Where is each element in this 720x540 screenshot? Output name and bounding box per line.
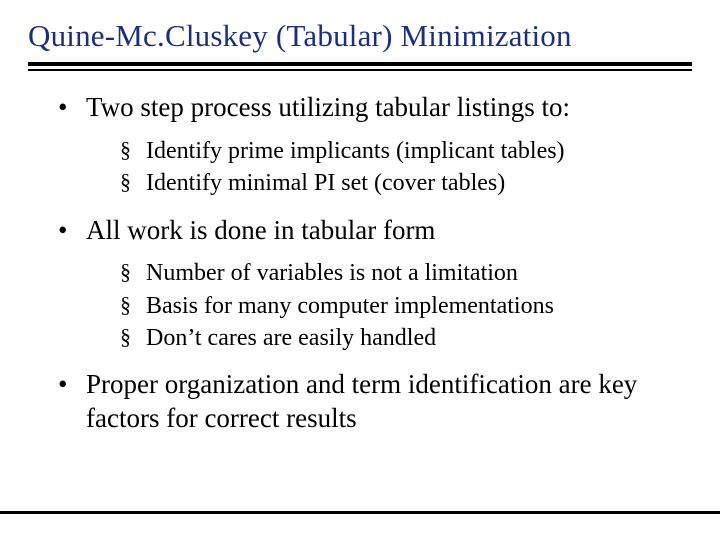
sub-bullet-item: Don’t cares are easily handled <box>126 322 692 354</box>
title-rule-thin <box>28 69 692 71</box>
bullet-list: Two step process utilizing tabular listi… <box>28 91 692 436</box>
sub-bullet-list: Number of variables is not a limitation … <box>86 257 692 354</box>
bullet-text: All work is done in tabular form <box>86 215 435 245</box>
bullet-item: All work is done in tabular form Number … <box>64 214 692 355</box>
sub-bullet-item: Number of variables is not a limitation <box>126 257 692 289</box>
sub-bullet-item: Basis for many computer implementations <box>126 290 692 322</box>
sub-bullet-text: Identify prime implicants (implicant tab… <box>146 138 565 164</box>
sub-bullet-text: Identify minimal PI set (cover tables) <box>146 170 505 196</box>
bullet-item: Proper organization and term identificat… <box>64 368 692 436</box>
title-rule-thick <box>28 62 692 66</box>
sub-bullet-text: Don’t cares are easily handled <box>146 325 436 351</box>
bullet-text: Proper organization and term identificat… <box>86 369 637 433</box>
sub-bullet-list: Identify prime implicants (implicant tab… <box>86 135 692 200</box>
sub-bullet-item: Identify prime implicants (implicant tab… <box>126 135 692 167</box>
footer-rule <box>0 511 720 514</box>
bullet-text: Two step process utilizing tabular listi… <box>86 92 570 122</box>
sub-bullet-text: Number of variables is not a limitation <box>146 260 518 286</box>
sub-bullet-text: Basis for many computer implementations <box>146 293 554 319</box>
bullet-item: Two step process utilizing tabular listi… <box>64 91 692 200</box>
sub-bullet-item: Identify minimal PI set (cover tables) <box>126 167 692 199</box>
content-area: Two step process utilizing tabular listi… <box>28 91 692 436</box>
slide: Quine-Mc.Cluskey (Tabular) Minimization … <box>0 0 720 540</box>
slide-title: Quine-Mc.Cluskey (Tabular) Minimization <box>28 18 692 54</box>
